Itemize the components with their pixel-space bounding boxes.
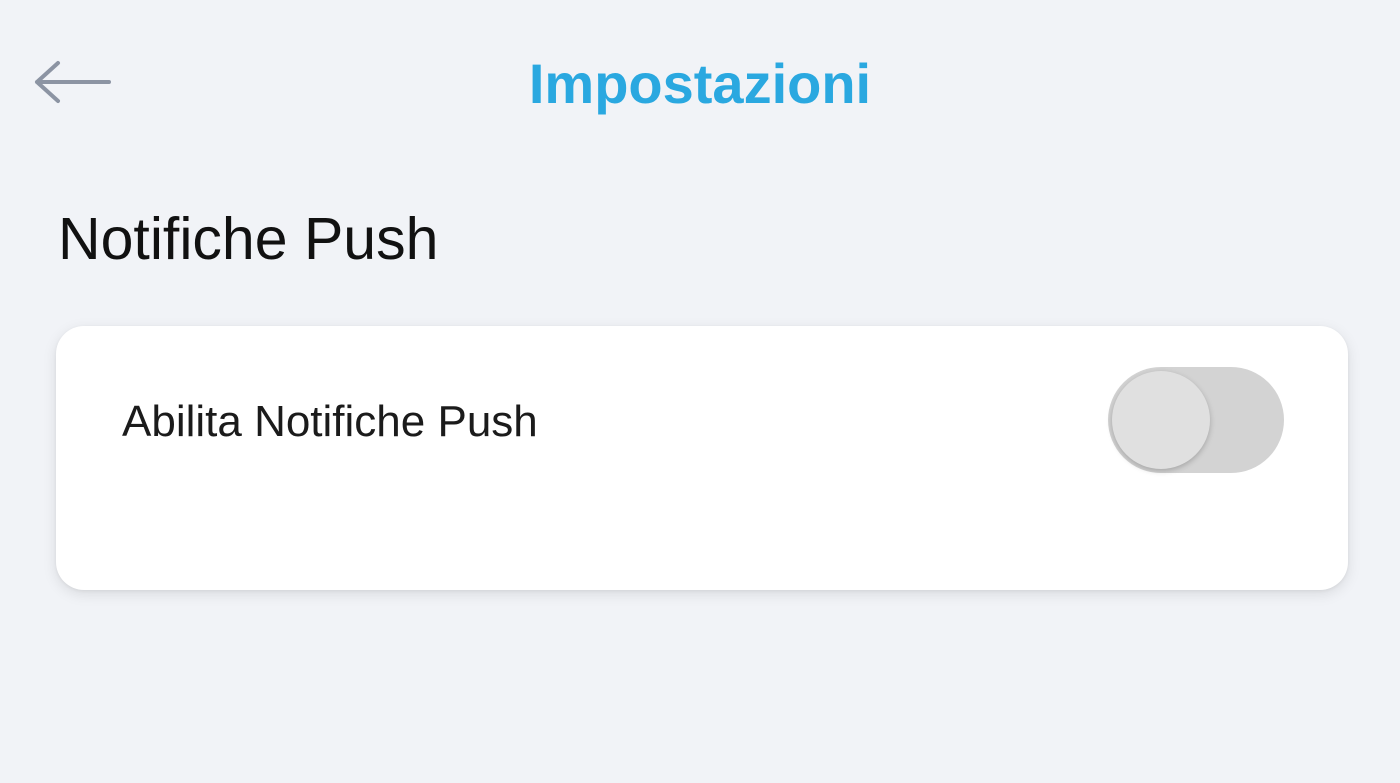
- page-title: Impostazioni: [528, 52, 872, 115]
- settings-card: Abilita Notifiche Push: [56, 326, 1348, 590]
- setting-row-push-notifications: Abilita Notifiche Push: [56, 326, 1348, 510]
- push-notifications-toggle[interactable]: [1108, 367, 1284, 473]
- app-header: Impostazioni: [0, 0, 1400, 170]
- section-title: Notifiche Push: [58, 206, 439, 272]
- setting-label: Abilita Notifiche Push: [122, 397, 538, 446]
- back-button[interactable]: [30, 52, 116, 112]
- arrow-left-icon: [34, 60, 112, 104]
- toggle-knob: [1112, 371, 1210, 469]
